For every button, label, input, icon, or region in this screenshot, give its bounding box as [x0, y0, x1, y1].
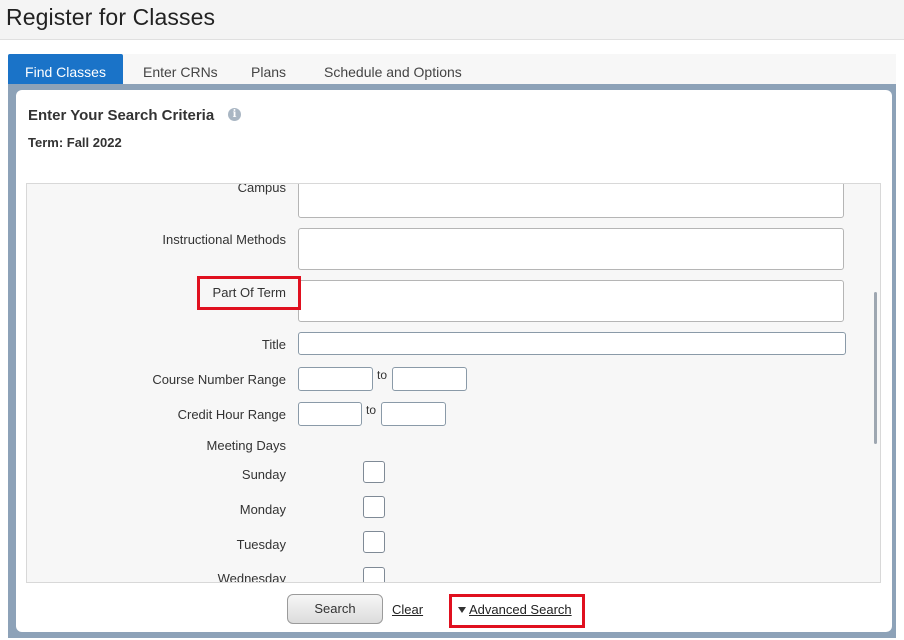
- campus-field[interactable]: [298, 184, 844, 218]
- advanced-search-highlight: [449, 594, 585, 628]
- tuesday-label: Tuesday: [236, 537, 286, 552]
- part-of-term-highlight: [197, 276, 301, 310]
- search-button[interactable]: Search: [287, 594, 383, 624]
- info-icon[interactable]: i: [228, 108, 241, 121]
- tuesday-checkbox[interactable]: [363, 531, 385, 553]
- campus-label: Campus: [237, 183, 286, 195]
- tab-bar: Find Classes Enter CRNs Plans Schedule a…: [8, 54, 896, 84]
- instructional-methods-label: Instructional Methods: [162, 232, 286, 247]
- instructional-methods-field[interactable]: [298, 228, 844, 270]
- page-title: Register for Classes: [6, 4, 216, 30]
- term-label: Term: Fall 2022: [28, 135, 122, 150]
- course-number-range-label: Course Number Range: [152, 372, 286, 387]
- credit-hour-from-input[interactable]: [298, 402, 362, 426]
- credit-hour-to-input[interactable]: [381, 402, 446, 426]
- title-input[interactable]: [298, 332, 846, 355]
- page-header: Register for Classes: [0, 0, 904, 40]
- wednesday-label: Wednesday: [217, 571, 286, 583]
- course-number-from-input[interactable]: [298, 367, 373, 391]
- tab-plans[interactable]: Plans: [251, 54, 286, 84]
- tab-schedule-and-options[interactable]: Schedule and Options: [324, 54, 462, 84]
- search-criteria-heading: Enter Your Search Criteria: [28, 107, 215, 124]
- clear-link[interactable]: Clear: [392, 602, 423, 617]
- course-number-to-input[interactable]: [392, 367, 467, 391]
- tab-enter-crns[interactable]: Enter CRNs: [143, 54, 218, 84]
- search-form: Campus Instructional Methods Part Of Ter…: [26, 183, 881, 583]
- meeting-days-label: Meeting Days: [206, 438, 286, 453]
- credit-hour-to-label: to: [366, 403, 377, 417]
- course-number-to-label: to: [377, 368, 388, 382]
- form-scrollbar-thumb[interactable]: [874, 292, 877, 444]
- monday-label: Monday: [239, 502, 286, 517]
- wednesday-checkbox[interactable]: [363, 567, 385, 582]
- credit-hour-range-label: Credit Hour Range: [177, 407, 286, 422]
- sunday-checkbox[interactable]: [363, 461, 385, 483]
- tab-find-classes[interactable]: Find Classes: [8, 54, 123, 84]
- monday-checkbox[interactable]: [363, 496, 385, 518]
- title-label: Title: [261, 337, 286, 352]
- part-of-term-field[interactable]: [298, 280, 844, 322]
- sunday-label: Sunday: [241, 467, 286, 482]
